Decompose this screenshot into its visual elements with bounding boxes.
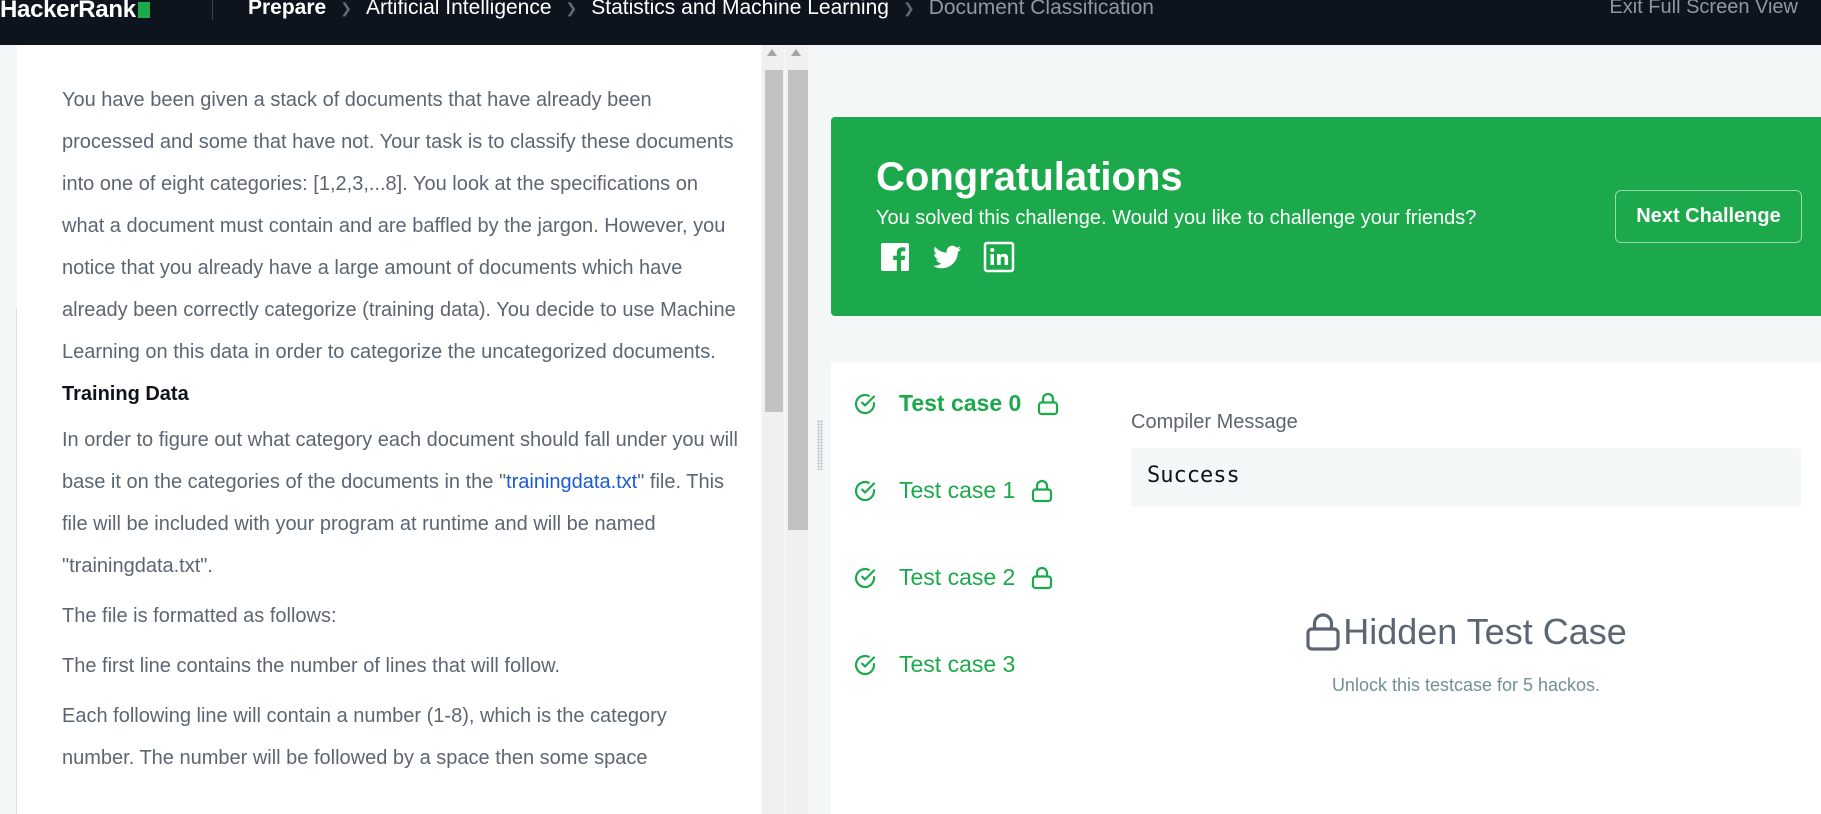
breadcrumb-current-page: Document Classification <box>928 0 1154 19</box>
problem-scrollbar[interactable] <box>762 45 784 814</box>
breadcrumb-prepare[interactable]: Prepare <box>248 0 326 20</box>
top-navigation-bar: HackerRank Prepare ❯ Artificial Intellig… <box>0 0 1821 45</box>
check-circle-icon <box>854 393 876 414</box>
scrollbar-thumb[interactable] <box>765 70 783 412</box>
unlock-testcase-link[interactable]: Unlock this testcase for 5 hackos. <box>1131 675 1801 696</box>
scroll-up-arrow-icon[interactable] <box>791 49 801 56</box>
congratulations-title: Congratulations <box>876 155 1183 199</box>
pane-resize-handle[interactable] <box>817 420 823 470</box>
social-share-links <box>879 241 1015 273</box>
hidden-test-case-title: Hidden Test Case <box>1305 611 1627 653</box>
problem-intro: You have been given a stack of documents… <box>62 89 736 363</box>
problem-statement-pane: You have been given a stack of documents… <box>17 45 761 814</box>
check-circle-icon <box>854 567 876 588</box>
test-case-label: Test case 0 <box>899 390 1022 416</box>
linkedin-icon[interactable] <box>983 241 1015 273</box>
facebook-icon[interactable] <box>879 241 911 273</box>
logo-block-icon <box>137 2 150 18</box>
training-data-heading: Training Data <box>62 383 189 405</box>
training-data-paragraph: In order to figure out what category eac… <box>62 419 742 587</box>
breadcrumb: Prepare ❯ Artificial Intelligence ❯ Stat… <box>248 0 1154 20</box>
first-line-description: The first line contains the number of li… <box>62 655 561 677</box>
test-case-tab-0[interactable]: Test case 0 <box>853 390 1059 417</box>
test-case-tab-2[interactable]: Test case 2 <box>853 564 1053 591</box>
logo-text: HackerRank <box>0 0 136 23</box>
lock-icon <box>1306 613 1340 651</box>
chevron-right-icon: ❯ <box>902 0 915 16</box>
lock-icon <box>1032 566 1053 589</box>
test-case-tab-1[interactable]: Test case 1 <box>853 477 1053 504</box>
exit-fullscreen-link[interactable]: Exit Full Screen View <box>1609 0 1798 19</box>
next-challenge-button[interactable]: Next Challenge <box>1615 190 1802 243</box>
chevron-right-icon: ❯ <box>340 0 352 16</box>
scroll-up-arrow-icon[interactable] <box>767 49 777 56</box>
left-gutter <box>0 45 17 814</box>
hackerrank-logo[interactable]: HackerRank <box>0 0 150 24</box>
trainingdata-link[interactable]: trainingdata.txt <box>506 471 637 493</box>
results-scrollbar[interactable] <box>786 45 808 814</box>
lock-icon <box>1032 479 1053 502</box>
congratulations-banner: Congratulations You solved this challeng… <box>831 117 1821 316</box>
test-case-label: Test case 3 <box>899 651 1016 677</box>
lock-icon <box>1038 392 1059 415</box>
test-case-label: Test case 2 <box>899 564 1016 590</box>
test-results-panel: Test case 0 Test case 1 Test case 2 Test… <box>831 363 1821 814</box>
compiler-message-label: Compiler Message <box>1131 411 1298 433</box>
breadcrumb-artificial-intelligence[interactable]: Artificial Intelligence <box>366 0 552 20</box>
check-circle-icon <box>854 654 876 675</box>
format-intro: The file is formatted as follows: <box>62 605 337 627</box>
twitter-icon[interactable] <box>931 241 963 273</box>
chevron-right-icon: ❯ <box>565 0 578 16</box>
breadcrumb-statistics-ml[interactable]: Statistics and Machine Learning <box>591 0 889 20</box>
congratulations-subtitle: You solved this challenge. Would you lik… <box>876 207 1477 229</box>
hidden-test-case-notice: Hidden Test Case Unlock this testcase fo… <box>1131 611 1801 696</box>
check-circle-icon <box>854 480 876 501</box>
compiler-message-text: Success <box>1147 463 1240 488</box>
problem-statement: You have been given a stack of documents… <box>62 79 742 787</box>
test-case-label: Test case 1 <box>899 477 1016 503</box>
logo-divider <box>212 0 213 20</box>
test-case-tab-3[interactable]: Test case 3 <box>853 651 1015 678</box>
scrollbar-thumb[interactable] <box>788 70 808 530</box>
hidden-test-case-text: Hidden Test Case <box>1343 611 1627 652</box>
compiler-message-box: Success <box>1131 448 1801 507</box>
following-lines-description: Each following line will contain a numbe… <box>62 705 667 769</box>
